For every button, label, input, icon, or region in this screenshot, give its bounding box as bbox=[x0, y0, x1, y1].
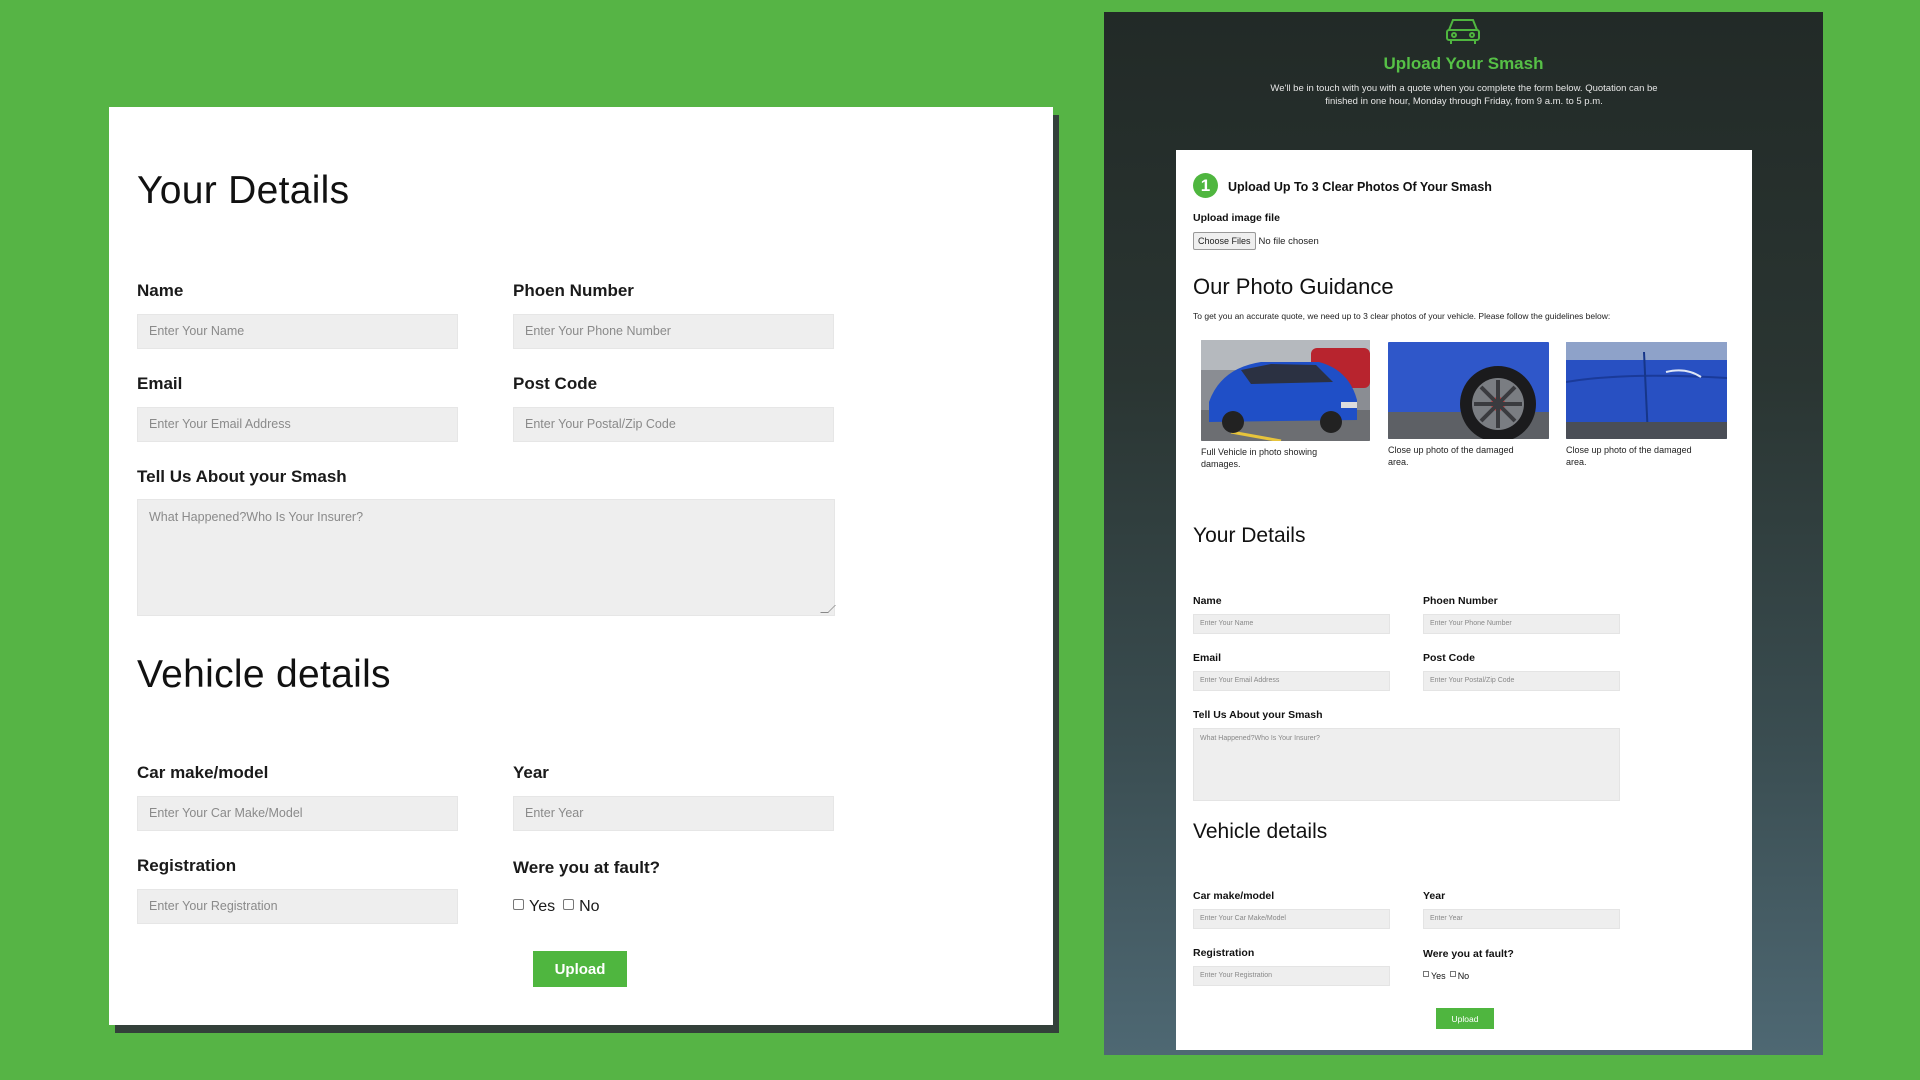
rp-fault-label: Were you at fault? bbox=[1423, 948, 1514, 960]
photo-caption-3: Close up photo of the damaged area. bbox=[1566, 445, 1692, 467]
car-input[interactable]: Enter Your Car Make/Model bbox=[137, 796, 458, 831]
rp-car-label: Car make/model bbox=[1193, 890, 1275, 902]
rp-phone-label: Phoen Number bbox=[1423, 595, 1498, 607]
rp-registration-label: Registration bbox=[1193, 947, 1255, 959]
upload-button[interactable]: Upload bbox=[533, 951, 627, 987]
rp-smash-textarea[interactable]: What Happened?Who Is Your Insurer? bbox=[1193, 728, 1620, 801]
fault-label: Were you at fault? bbox=[513, 858, 661, 877]
rp-your-details-heading: Your Details bbox=[1193, 524, 1306, 547]
fault-no-checkbox[interactable] bbox=[563, 898, 575, 910]
name-label: Name bbox=[137, 281, 184, 300]
rp-fault-no-checkbox[interactable] bbox=[1449, 971, 1456, 977]
rp-name-label: Name bbox=[1193, 595, 1222, 607]
upload-file-label: Upload image file bbox=[1193, 212, 1280, 224]
rp-smash-label: Tell Us About your Smash bbox=[1193, 709, 1323, 721]
photo-caption-1: Full Vehicle in photo showing damages. bbox=[1201, 447, 1318, 469]
upload-smash-title: Upload Your Smash bbox=[1383, 54, 1544, 73]
photo-guidance-heading: Our Photo Guidance bbox=[1193, 274, 1394, 299]
phone-input[interactable]: Enter Your Phone Number bbox=[513, 314, 834, 349]
vehicle-details-heading: Vehicle details bbox=[137, 653, 391, 696]
smash-textarea[interactable]: What Happened?Who Is Your Insurer? bbox=[137, 499, 836, 616]
guidance-text: To get you an accurate quote, we need up… bbox=[1193, 311, 1611, 321]
rp-registration-input[interactable]: Enter Your Registration bbox=[1193, 966, 1390, 986]
smash-placeholder: What Happened?Who Is Your Insurer? bbox=[149, 510, 364, 524]
postcode-label: Post Code bbox=[513, 374, 598, 393]
fault-no-label: No bbox=[579, 898, 600, 915]
rp-year-label: Year bbox=[1423, 890, 1446, 902]
fault-yes-label: Yes bbox=[529, 898, 556, 915]
rp-fault-yes-label: Yes bbox=[1431, 971, 1446, 981]
registration-input[interactable]: Enter Your Registration bbox=[137, 889, 458, 924]
wheel-closeup-photo bbox=[1388, 342, 1549, 439]
resize-grip-icon[interactable] bbox=[820, 605, 836, 613]
car-icon bbox=[1446, 19, 1480, 44]
file-chooser: Choose Files No file chosen bbox=[1193, 232, 1319, 250]
choose-files-button[interactable]: Choose Files bbox=[1193, 232, 1256, 250]
smash-label: Tell Us About your Smash bbox=[137, 467, 347, 486]
fault-yes-checkbox[interactable] bbox=[513, 898, 524, 910]
phone-label: Phoen Number bbox=[513, 281, 634, 300]
your-details-heading: Your Details bbox=[137, 169, 350, 212]
rp-fault-options: Yes No bbox=[1423, 971, 1469, 981]
year-label: Year bbox=[513, 763, 549, 782]
car-label: Car make/model bbox=[137, 763, 269, 782]
rp-name-input[interactable]: Enter Your Name bbox=[1193, 614, 1390, 634]
rp-car-input[interactable]: Enter Your Car Make/Model bbox=[1193, 909, 1390, 929]
rp-email-label: Email bbox=[1193, 652, 1222, 664]
rp-postcode-input[interactable]: Enter Your Postal/Zip Code bbox=[1423, 671, 1620, 691]
name-input[interactable]: Enter Your Name bbox=[137, 314, 458, 349]
door-closeup-photo bbox=[1566, 342, 1727, 439]
upload-smash-subtitle: We'll be in touch with you with a quote … bbox=[1270, 83, 1658, 107]
step-heading: Upload Up To 3 Clear Photos Of Your Smas… bbox=[1228, 180, 1492, 194]
rp-postcode-label: Post Code bbox=[1423, 652, 1475, 664]
details-form-card: Your Details Name Enter Your Name Phoen … bbox=[109, 107, 1053, 1025]
postcode-input[interactable]: Enter Your Postal/Zip Code bbox=[513, 407, 834, 442]
rp-year-input[interactable]: Enter Year bbox=[1423, 909, 1620, 929]
email-label: Email bbox=[137, 374, 183, 393]
page-preview: Upload Your Smash We'll be in touch with… bbox=[1104, 12, 1823, 1055]
rp-upload-button[interactable]: Upload bbox=[1436, 1008, 1494, 1029]
registration-label: Registration bbox=[137, 856, 237, 875]
upload-panel: 1 Upload Up To 3 Clear Photos Of Your Sm… bbox=[1176, 150, 1752, 1050]
rp-smash-placeholder: What Happened?Who Is Your Insurer? bbox=[1200, 735, 1320, 742]
email-input[interactable]: Enter Your Email Address bbox=[137, 407, 458, 442]
fault-options: Yes No bbox=[513, 898, 600, 916]
rp-fault-yes-checkbox[interactable] bbox=[1423, 971, 1429, 977]
rp-vehicle-details-heading: Vehicle details bbox=[1193, 820, 1328, 843]
no-file-text: No file chosen bbox=[1258, 235, 1319, 247]
step-number-badge: 1 bbox=[1193, 173, 1218, 198]
full-vehicle-photo bbox=[1201, 340, 1370, 441]
rp-fault-no-label: No bbox=[1457, 971, 1470, 981]
rp-email-input[interactable]: Enter Your Email Address bbox=[1193, 671, 1390, 691]
photo-caption-2: Close up photo of the damaged area. bbox=[1388, 445, 1514, 467]
rp-phone-input[interactable]: Enter Your Phone Number bbox=[1423, 614, 1620, 634]
year-input[interactable]: Enter Year bbox=[513, 796, 834, 831]
